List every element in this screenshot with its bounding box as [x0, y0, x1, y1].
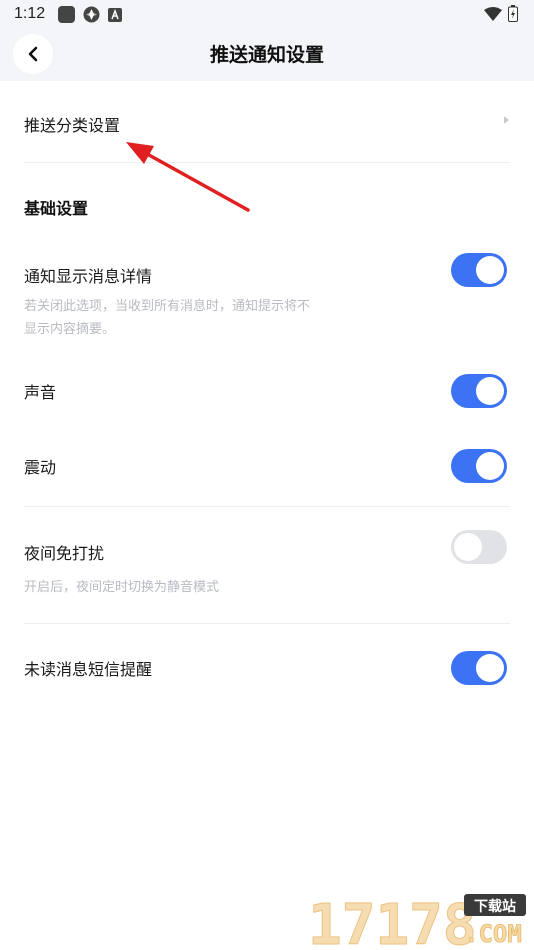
sms-row: 未读消息短信提醒 [0, 651, 534, 706]
notify-detail-row: 通知显示消息详情 若关闭此选项，当收到所有消息时，通知提示将不显示内容摘要。 [0, 253, 534, 361]
toggle-knob [454, 533, 482, 561]
nav-bar: 推送通知设置 [0, 32, 534, 81]
top-bar: 1:12 推送通知设置 [0, 0, 534, 81]
page-title: 推送通知设置 [209, 44, 324, 66]
night-toggle[interactable] [451, 530, 507, 564]
chevron-right-icon [504, 116, 509, 124]
toggle-knob [476, 256, 504, 284]
sound-row: 声音 [0, 374, 534, 429]
vibrate-label: 震动 [24, 458, 57, 477]
watermark-tag: 下载站 [474, 898, 516, 915]
watermark-domain: .COM [464, 920, 522, 948]
annotation-arrow-icon [126, 142, 250, 212]
push-category-row[interactable]: 推送分类设置 [0, 81, 534, 162]
status-time: 1:12 [14, 5, 46, 22]
watermark-digits: 17178 [308, 893, 477, 948]
divider [24, 506, 510, 507]
toggle-knob [476, 452, 504, 480]
notify-detail-desc: 若关闭此选项，当收到所有消息时，通知提示将不显示内容摘要。 [24, 299, 311, 337]
toggle-knob [476, 377, 504, 405]
vibrate-toggle[interactable] [451, 449, 507, 483]
app-notification-icon [58, 6, 75, 23]
sync-icon [83, 6, 100, 23]
watermark-logo: 17178 下载站 .COM [308, 893, 526, 948]
wifi-icon [484, 6, 502, 21]
toggle-knob [476, 654, 504, 682]
status-bar: 1:12 [0, 0, 534, 32]
push-category-label: 推送分类设置 [24, 116, 121, 135]
sms-toggle[interactable] [451, 651, 507, 685]
vibrate-row: 震动 [0, 449, 534, 506]
notify-detail-label: 通知显示消息详情 [24, 267, 153, 286]
night-row: 夜间免打扰 开启后，夜间定时切换为静音模式 [0, 530, 534, 623]
night-label: 夜间免打扰 [24, 544, 105, 563]
section-title-basic: 基础设置 [24, 199, 89, 218]
divider [24, 623, 510, 624]
battery-icon [508, 5, 518, 22]
notify-detail-toggle[interactable] [451, 253, 507, 287]
sound-label: 声音 [24, 383, 57, 402]
night-desc: 开启后，夜间定时切换为静音模式 [24, 580, 220, 595]
settings-list: 推送分类设置 基础设置 通知显示消息详情 若关闭此选项，当收到所有消息时，通知提… [0, 81, 534, 706]
a-badge-icon [108, 7, 122, 22]
sound-toggle[interactable] [451, 374, 507, 408]
sms-label: 未读消息短信提醒 [24, 660, 153, 679]
